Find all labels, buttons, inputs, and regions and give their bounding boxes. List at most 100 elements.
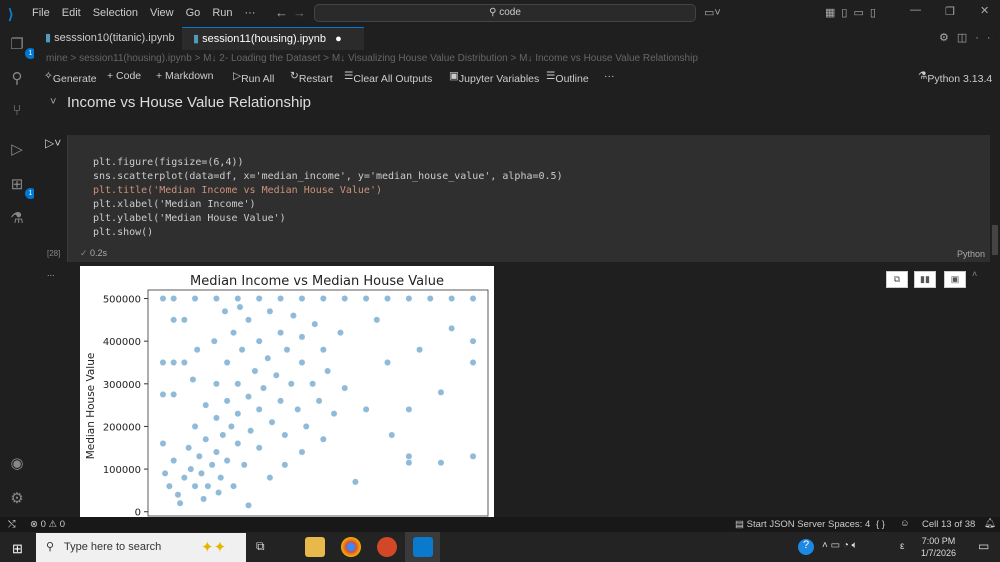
add-markdown-button[interactable]: + Markdown [156,70,213,82]
file-explorer-icon[interactable] [305,537,325,557]
more-button[interactable]: ··· [604,70,615,82]
run-all-button[interactable]: ▷ Run All [233,70,274,85]
scatter-point [217,474,225,482]
outline-button[interactable]: ☰ Outline [546,70,589,85]
notifications-bell-icon[interactable]: 🔔︎ [984,518,996,529]
vscode-taskbar-button[interactable] [405,532,440,562]
breadcrumb: mine > session11(housing).ipynb > M↓ 2- … [46,53,698,64]
scatter-point [170,359,178,366]
code-editor[interactable]: plt.figure(figsize=(6,4)) sns.scatterplot… [93,156,563,240]
json-server-button[interactable]: ▤ Start JSON Server [735,519,825,530]
scatter-point [245,501,252,509]
run-cell-icon[interactable]: ▷˅ [45,136,61,150]
scatter-point [255,295,263,302]
close-button[interactable]: ✕ [980,4,989,17]
code-line: plt.xlabel('Median Income') [93,199,256,210]
extensions-icon[interactable]: ⊞ 1 [8,175,36,199]
copilot-icon[interactable]: ☺ [900,518,910,529]
scatter-point [309,380,317,388]
scatter-point [247,427,255,435]
copilot-chat-icon[interactable]: ▭˅ [704,6,721,19]
scatter-point [187,465,195,473]
indentation[interactable]: Spaces: 4 [828,519,870,530]
problems-indicator[interactable]: ⊗ 0 ⚠ 0 [30,519,65,530]
menu-edit[interactable]: Edit [62,7,81,19]
copy-output-button[interactable]: ⧉ [886,271,908,288]
editor-actions[interactable]: ⚙◫··· [939,31,1000,44]
jupyter-variables-button[interactable]: ▣ Jupyter Variables [449,70,539,85]
menu-file[interactable]: File [32,7,50,19]
title-bar: ⟩ File Edit Selection View Go Run ··· ← → ⚲ co… [0,0,1000,27]
crumb-item[interactable]: M↓ Visualizing House Value Distribution [332,53,508,64]
unsaved-dot-icon[interactable]: ● [335,33,342,45]
add-code-button[interactable]: + Code [107,70,141,82]
date: 1/7/2026 [921,548,957,558]
task-view-icon[interactable]: ⧉ [256,539,265,554]
scatter-point [236,303,244,311]
scatter-point [219,431,227,439]
label: Start JSON Server [746,519,826,530]
scatter-point [405,295,413,302]
menu-view[interactable]: View [150,7,174,19]
restart-button[interactable]: ↻ Restart [290,70,333,85]
forward-icon[interactable]: → [293,5,306,20]
scatter-point [337,329,344,337]
scatter-point [234,410,242,418]
scatter-point [437,388,445,396]
language-mode[interactable]: { } [876,519,885,530]
scatter-point [298,333,306,341]
tab-session10[interactable]: ▮ sesssion10(titanic).ipynb [34,27,181,50]
collapse-chevron-icon[interactable]: ˅ [50,96,56,108]
plot-viewer-button[interactable]: ▮▮ [914,271,936,288]
run-debug-icon[interactable]: ▷ [8,140,26,158]
menu-more[interactable]: ··· [245,7,256,19]
scatter-point [191,295,199,302]
scatter-point [341,384,349,392]
crumb-item[interactable]: mine [46,53,68,64]
menu-run[interactable]: Run [212,7,232,19]
chrome-icon[interactable] [341,537,361,557]
check-icon: ✓ [80,248,91,258]
notification-center-icon[interactable]: ▭ [978,539,989,553]
search-text: code [499,7,521,18]
generate-button[interactable]: ✧ Generate [44,70,97,85]
windows-start-icon[interactable]: ⊞ [12,541,23,557]
scatter-point [319,295,327,302]
account-icon[interactable]: ◉ [8,454,26,472]
search-icon[interactable]: ⚲ [8,69,26,87]
clock[interactable]: 7:00 PM 1/7/2026 [921,535,956,559]
minimize-button[interactable]: — [910,4,921,16]
layout-icons[interactable]: ▦▯▭▯ [825,6,882,19]
explorer-icon[interactable]: ❐ 1 [8,35,36,59]
save-output-button[interactable]: ▣ [944,271,966,288]
powerpoint-icon[interactable] [377,537,397,557]
cell-position[interactable]: Cell 13 of 38 [922,519,975,530]
scrollbar[interactable] [992,225,998,255]
system-tray-icons[interactable]: ˄ ▭ ◔ 🔈︎ [822,540,858,551]
remote-icon[interactable]: ⤭ [8,519,16,530]
testing-icon[interactable]: ⚗ [8,209,26,227]
input-language[interactable]: ε [900,541,904,552]
taskbar-search[interactable]: ⚲ Type here to search ✦✦ [36,533,246,562]
crumb-item[interactable]: session11(housing).ipynb [79,53,192,64]
crumb-item[interactable]: M↓ Income vs House Value Relationship [519,53,698,64]
kernel-picker[interactable]: ⚗ Python 3.13.4 [918,70,992,85]
menu-go[interactable]: Go [186,7,201,19]
cell-language[interactable]: Python [957,249,985,259]
crumb-sep: > [323,53,330,64]
command-center-search[interactable]: ⚲ code [314,4,696,22]
scroll-up-icon[interactable]: ˄ [972,269,977,279]
restore-button[interactable]: ❐ [945,5,955,18]
markdown-heading: Income vs House Value Relationship [67,94,312,111]
clear-outputs-button[interactable]: ☰ Clear All Outputs [344,70,432,85]
source-control-icon[interactable]: ⑂ [8,102,26,120]
menu-selection[interactable]: Selection [93,7,138,19]
settings-gear-icon[interactable]: ⚙ [8,489,26,507]
tab-session11[interactable]: ▮ session11(housing).ipynb ● [182,27,364,50]
crumb-item[interactable]: M↓ 2- Loading the Dataset [203,53,320,64]
output-more-button[interactable]: ... [47,268,55,278]
back-icon[interactable]: ← [275,5,288,20]
scatter-point [272,371,280,379]
notebook-toolbar: ✧ Generate + Code + Markdown ▷ Run All ↻… [34,67,1000,87]
help-icon[interactable]: ? [798,539,814,555]
